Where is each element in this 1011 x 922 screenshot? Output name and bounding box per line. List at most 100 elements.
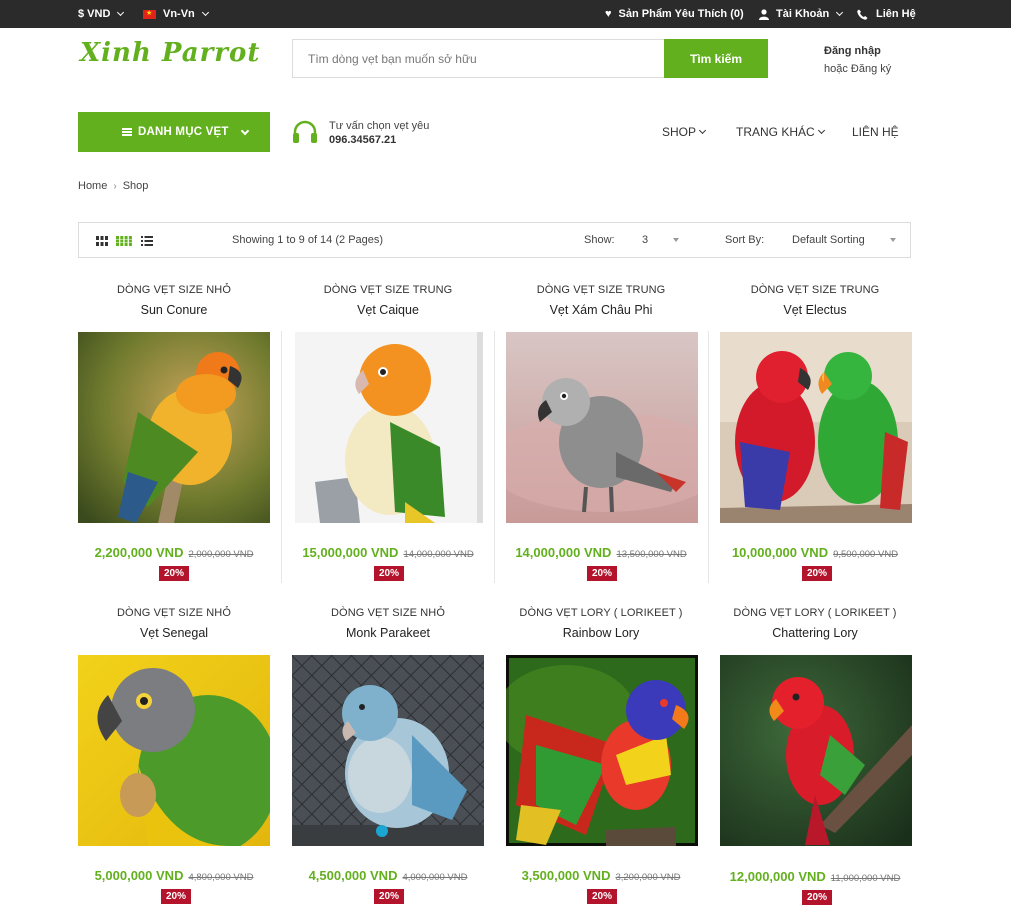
dropdown-arrow-icon bbox=[673, 238, 679, 242]
product-image[interactable] bbox=[78, 332, 270, 523]
support-phone[interactable]: 096.34567.21 bbox=[329, 133, 429, 147]
product-prices: 5,000,000 VND 4,800,000 VND bbox=[67, 868, 281, 883]
product-card[interactable]: DÒNG VẸT SIZE NHỎ Sun Conure 2,200,000 V… bbox=[67, 284, 281, 581]
product-category: DÒNG VẸT SIZE NHỎ bbox=[117, 607, 231, 619]
phone-icon bbox=[857, 9, 868, 20]
product-name[interactable]: Vẹt Caique bbox=[281, 303, 495, 317]
category-menu-label: DANH MỤC VẸT bbox=[138, 126, 229, 138]
product-image[interactable] bbox=[292, 655, 484, 846]
search-input[interactable] bbox=[293, 40, 664, 77]
product-price: 15,000,000 VND bbox=[302, 545, 399, 560]
product-price: 12,000,000 VND bbox=[729, 869, 826, 884]
senegal-parrot-photo bbox=[78, 655, 270, 846]
vietnam-flag-icon bbox=[143, 9, 156, 19]
product-name[interactable]: Vẹt Electus bbox=[708, 303, 922, 317]
breadcrumb-shop: Shop bbox=[122, 180, 149, 192]
product-old-price: 4,000,000 VND bbox=[402, 872, 468, 883]
product-category: DÒNG VẸT SIZE TRUNG bbox=[536, 284, 666, 296]
chevron-down-icon bbox=[201, 8, 209, 17]
chattering-lory-photo bbox=[720, 655, 912, 846]
breadcrumb-home[interactable]: Home bbox=[78, 180, 107, 192]
product-card[interactable]: DÒNG VẸT SIZE NHỎ Monk Parakeet 4,500,00… bbox=[281, 607, 495, 904]
product-name[interactable]: Vẹt Senegal bbox=[67, 626, 281, 640]
product-name[interactable]: Monk Parakeet bbox=[281, 626, 495, 640]
user-icon bbox=[759, 8, 769, 20]
product-image[interactable] bbox=[720, 332, 912, 523]
currency-selector[interactable]: $ VND bbox=[78, 0, 125, 28]
chevron-down-icon bbox=[117, 8, 125, 17]
category-menu-button[interactable]: DANH MỤC VẸT bbox=[78, 112, 270, 152]
dropdown-arrow-icon bbox=[890, 238, 896, 242]
product-category: DÒNG VẸT SIZE NHỎ bbox=[117, 284, 231, 296]
language-selector[interactable]: Vn-Vn bbox=[143, 0, 209, 28]
product-name[interactable]: Sun Conure bbox=[67, 303, 281, 317]
wishlist-link[interactable]: ♥ Sản Phẩm Yêu Thích (0) bbox=[605, 0, 744, 28]
chevron-down-icon bbox=[240, 126, 250, 136]
product-image[interactable] bbox=[506, 655, 698, 846]
nav-shop[interactable]: SHOP bbox=[662, 125, 707, 139]
discount-badge: 20% bbox=[159, 566, 189, 581]
product-category: DÒNG VẸT SIZE TRUNG bbox=[323, 284, 453, 296]
product-old-price: 4,800,000 VND bbox=[188, 872, 254, 883]
grid-view-icon[interactable] bbox=[96, 236, 108, 246]
product-old-price: 13,500,000 VND bbox=[616, 549, 687, 560]
product-name[interactable]: Chattering Lory bbox=[708, 626, 922, 640]
heart-icon: ♥ bbox=[605, 8, 612, 20]
chevron-down-icon bbox=[836, 8, 844, 17]
product-card[interactable]: DÒNG VẸT SIZE TRUNG Vẹt Caique 15,000,00… bbox=[281, 284, 495, 581]
register-link[interactable]: hoặc Đăng ký bbox=[824, 60, 891, 78]
product-name[interactable]: Vẹt Xám Châu Phi bbox=[494, 303, 708, 317]
nav-other-pages[interactable]: TRANG KHÁC bbox=[736, 125, 825, 139]
caique-photo bbox=[295, 332, 483, 523]
nav-other-pages-label: TRANG KHÁC bbox=[736, 125, 815, 139]
wishlist-label: Sản Phẩm Yêu Thích (0) bbox=[618, 8, 744, 20]
discount-badge: 20% bbox=[374, 566, 404, 581]
product-image[interactable] bbox=[78, 655, 270, 846]
currency-label: $ VND bbox=[78, 8, 111, 20]
product-image[interactable] bbox=[295, 332, 483, 523]
sort-select[interactable]: Default Sorting bbox=[792, 234, 865, 246]
showing-count: Showing 1 to 9 of 14 (2 Pages) bbox=[232, 234, 384, 246]
breadcrumb: Home › Shop bbox=[78, 180, 148, 192]
search-button[interactable]: Tìm kiếm bbox=[664, 39, 768, 78]
discount-badge: 20% bbox=[161, 889, 191, 904]
product-prices: 12,000,000 VND 11,000,000 VND bbox=[708, 869, 922, 884]
discount-badge: 20% bbox=[587, 889, 617, 904]
language-label: Vn-Vn bbox=[163, 8, 195, 20]
show-label: Show: bbox=[584, 234, 615, 246]
product-toolbar: Showing 1 to 9 of 14 (2 Pages) Show: 3 S… bbox=[78, 222, 911, 258]
site-logo[interactable]: Xinh Parrot bbox=[80, 38, 260, 68]
nav-shop-label: SHOP bbox=[662, 125, 697, 139]
product-old-price: 14,000,000 VND bbox=[403, 549, 474, 560]
product-category: DÒNG VẸT LORY ( LORIKEET ) bbox=[733, 607, 897, 619]
contact-label: Liên Hệ bbox=[876, 8, 916, 20]
product-category: DÒNG VẸT LORY ( LORIKEET ) bbox=[519, 607, 683, 619]
grid-large-view-icon[interactable] bbox=[116, 236, 132, 246]
list-view-icon[interactable] bbox=[141, 236, 153, 246]
product-card[interactable]: DÒNG VẸT SIZE TRUNG Vẹt Electus 10,000,0… bbox=[708, 284, 922, 581]
product-card[interactable]: DÒNG VẸT SIZE TRUNG Vẹt Xám Châu Phi 14,… bbox=[494, 284, 708, 581]
account-menu[interactable]: Tài Khoản bbox=[759, 0, 844, 28]
product-old-price: 11,000,000 VND bbox=[830, 873, 901, 884]
chevron-down-icon bbox=[817, 126, 825, 135]
discount-badge: 20% bbox=[587, 566, 617, 581]
product-old-price: 9,500,000 VND bbox=[833, 549, 899, 560]
nav-contact[interactable]: LIÊN HỆ bbox=[852, 125, 899, 139]
product-price: 14,000,000 VND bbox=[515, 545, 612, 560]
discount-badge: 20% bbox=[802, 566, 832, 581]
contact-link[interactable]: Liên Hệ bbox=[857, 0, 916, 28]
nav-contact-label: LIÊN HỆ bbox=[852, 125, 899, 139]
product-name[interactable]: Rainbow Lory bbox=[494, 626, 708, 640]
product-image[interactable] bbox=[506, 332, 698, 523]
product-old-price: 2,000,000 VND bbox=[188, 549, 254, 560]
show-select[interactable]: 3 bbox=[642, 234, 648, 246]
rainbow-lory-photo bbox=[506, 655, 698, 846]
product-card[interactable]: DÒNG VẸT LORY ( LORIKEET ) Rainbow Lory … bbox=[494, 607, 708, 904]
product-card[interactable]: DÒNG VẸT SIZE NHỎ Vẹt Senegal 5,000,000 … bbox=[67, 607, 281, 904]
account-label: Tài Khoản bbox=[776, 8, 830, 20]
login-link[interactable]: Đăng nhập bbox=[824, 42, 891, 60]
product-image[interactable] bbox=[720, 655, 912, 846]
support-label: Tư vấn chọn vẹt yêu bbox=[329, 120, 430, 132]
product-card[interactable]: DÒNG VẸT LORY ( LORIKEET ) Chattering Lo… bbox=[708, 607, 922, 905]
chevron-right-icon: › bbox=[113, 180, 117, 192]
